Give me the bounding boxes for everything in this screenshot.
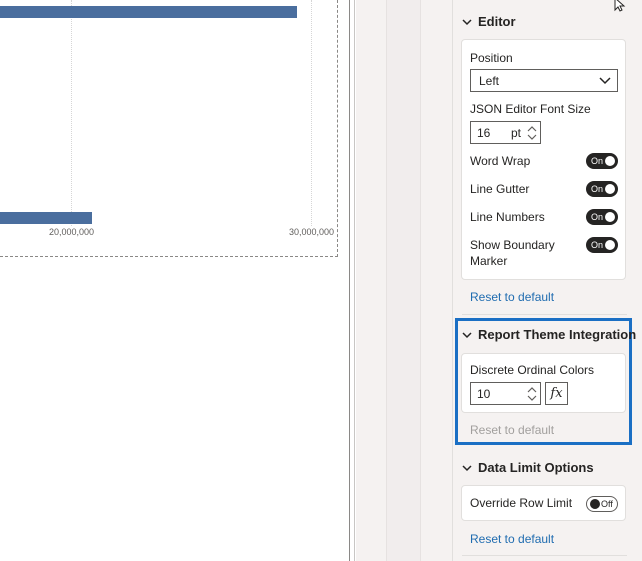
gridline [71,0,72,226]
line-gutter-label: Line Gutter [470,182,530,196]
editor-reset-link[interactable]: Reset to default [470,290,554,304]
ordinal-colors-label: Discrete Ordinal Colors [470,363,595,377]
chevron-down-icon [462,331,472,338]
ordinal-colors-value: 10 [477,387,491,401]
chevron-down-icon [462,464,472,471]
override-row-limit-label: Override Row Limit [470,496,573,510]
ordinal-colors-stepper[interactable]: 10 [470,382,541,405]
section-header-data-limit[interactable]: Data Limit Options [462,460,594,475]
report-canvas[interactable]: 20,000,000 30,000,000 [0,0,350,561]
fx-conditional-format-button[interactable]: fx [545,382,568,405]
section-header-editor[interactable]: Editor [462,14,516,29]
stepper-arrows-icon[interactable] [527,385,537,403]
gridline [311,0,312,226]
toggle-state: On [591,184,604,194]
toggle-state: On [591,156,604,166]
x-tick-label: 30,000,000 [289,227,335,237]
chevron-down-icon [462,18,472,25]
chart-bar[interactable] [0,6,297,18]
position-label: Position [470,51,513,65]
divider [462,314,627,315]
line-gutter-toggle[interactable]: On [586,181,618,197]
show-boundary-marker-label: Show Boundary Marker [470,238,555,268]
show-boundary-marker-toggle[interactable]: On [586,237,618,253]
theme-reset-link: Reset to default [470,423,555,437]
font-size-stepper[interactable]: 16 pt [470,121,541,144]
divider [462,555,627,556]
font-size-unit: pt [511,126,522,140]
word-wrap-label: Word Wrap [470,154,531,168]
section-title: Report Theme Integration [478,327,637,342]
x-tick-label: 20,000,000 [49,227,95,237]
toggle-state: Off [601,499,613,509]
pane-gutter [386,0,421,561]
chevron-down-icon [599,77,611,85]
section-title: Data Limit Options [478,460,594,475]
section-title: Editor [478,14,516,29]
font-size-value: 16 [477,126,491,140]
pane-splitter[interactable] [349,0,355,561]
cursor-icon [614,0,626,12]
chart-bar[interactable] [0,212,92,224]
section-header-theme[interactable]: Report Theme Integration [462,327,636,342]
font-size-label: JSON Editor Font Size [470,102,591,116]
data-limit-reset-link[interactable]: Reset to default [470,532,554,546]
position-dropdown[interactable]: Left [470,69,618,92]
toggle-state: On [591,240,604,250]
position-value: Left [479,74,500,88]
toggle-state: On [591,212,604,222]
line-numbers-label: Line Numbers [470,210,545,224]
line-numbers-toggle[interactable]: On [586,209,618,225]
stepper-arrows-icon[interactable] [527,124,537,142]
override-row-limit-toggle[interactable]: Off [586,496,618,512]
word-wrap-toggle[interactable]: On [586,153,618,169]
